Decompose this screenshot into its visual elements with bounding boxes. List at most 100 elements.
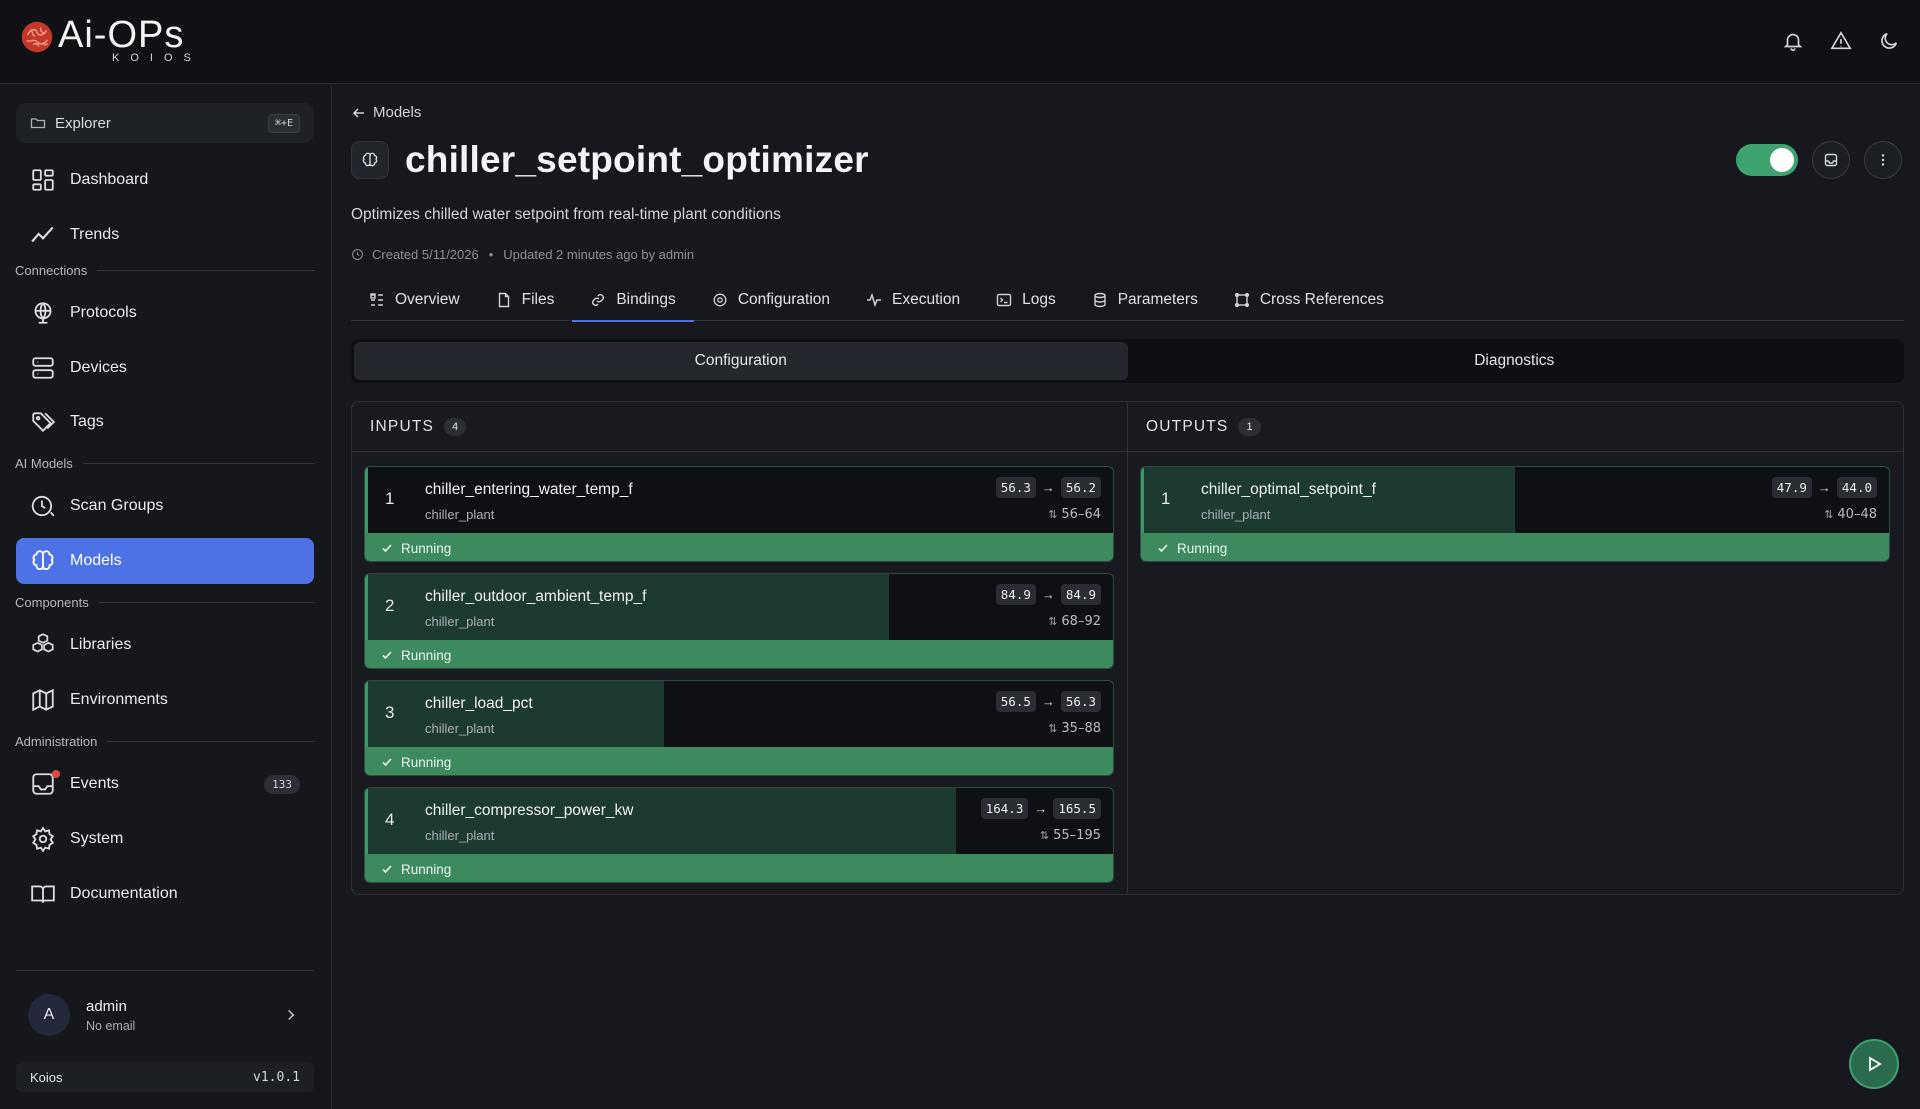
dashboard-icon: [32, 169, 54, 191]
tab-overview[interactable]: Overview: [351, 279, 478, 321]
binding-source: chiller_plant: [425, 614, 495, 629]
binding-card[interactable]: 3 chiller_load_pct chiller_plant 56.5 → …: [364, 680, 1114, 776]
sidebar-item-label: Trends: [70, 226, 120, 243]
tab-files[interactable]: Files: [478, 279, 573, 321]
alert-triangle-icon[interactable]: [1830, 30, 1852, 52]
view-segmented-control: Configuration Diagnostics: [351, 339, 1904, 383]
trends-icon: [31, 226, 54, 243]
user-menu[interactable]: A admin No email: [16, 985, 314, 1045]
inputs-header: INPUTS 4: [352, 402, 1127, 452]
tab-logs[interactable]: Logs: [978, 279, 1074, 321]
status-bar: Running: [365, 533, 1113, 561]
run-model-button[interactable]: [1849, 1039, 1899, 1089]
save-button[interactable]: [1812, 141, 1850, 179]
inputs-column: INPUTS 4 1 chiller_entering_water_temp_f…: [352, 402, 1127, 894]
binding-card[interactable]: 1 chiller_entering_water_temp_f chiller_…: [364, 466, 1114, 562]
binding-card[interactable]: 4 chiller_compressor_power_kw chiller_pl…: [364, 787, 1114, 883]
bindings-panel: INPUTS 4 1 chiller_entering_water_temp_f…: [351, 401, 1904, 895]
sidebar-item-label: Protocols: [70, 304, 137, 321]
sidebar-item-label: Documentation: [70, 885, 178, 902]
sidebar-item-dashboard[interactable]: Dashboard: [16, 157, 314, 203]
brain-icon: [32, 550, 54, 571]
binding-level-fill: [1141, 467, 1515, 533]
binding-source: chiller_plant: [425, 721, 495, 736]
status-bar: Running: [365, 640, 1113, 668]
range-icon: ⇅: [1048, 508, 1058, 521]
tab-bindings[interactable]: Bindings: [572, 279, 695, 322]
product-name: Koios: [30, 1069, 63, 1085]
app-logo[interactable]: Ai-OPs KOIOS: [18, 16, 202, 64]
sidebar-item-libraries[interactable]: Libraries: [16, 622, 314, 668]
binding-values: 47.9 → 44.0: [1771, 477, 1877, 498]
binding-accent: [365, 574, 368, 640]
breadcrumb-models-link[interactable]: Models: [373, 104, 421, 121]
previous-value: 56.5: [995, 691, 1036, 712]
moon-icon[interactable]: [1878, 30, 1900, 52]
user-email: No email: [86, 1018, 136, 1033]
section-components: Components: [15, 595, 315, 610]
binding-level-fill: [365, 788, 956, 854]
sidebar-item-label: Models: [70, 552, 122, 569]
sidebar-item-devices[interactable]: Devices: [16, 345, 314, 391]
segment-diagnostics[interactable]: Diagnostics: [1128, 342, 1902, 380]
model-meta: Created 5/11/2026 • Updated 2 minutes ag…: [351, 247, 694, 262]
explorer-button[interactable]: Explorer ⌘+E: [16, 103, 314, 143]
sidebar-item-environments[interactable]: Environments: [16, 677, 314, 723]
binding-card[interactable]: 2 chiller_outdoor_ambient_temp_f chiller…: [364, 573, 1114, 669]
current-value: 56.3: [1060, 691, 1101, 712]
binding-tag-name: chiller_entering_water_temp_f: [425, 481, 633, 498]
meta-separator: •: [488, 247, 494, 262]
outputs-title: OUTPUTS: [1146, 417, 1229, 435]
explorer-shortcut: ⌘+E: [267, 113, 300, 133]
created-date: Created 5/11/2026: [372, 247, 479, 262]
sidebar-item-label: Devices: [70, 359, 127, 376]
sidebar-item-documentation[interactable]: Documentation: [16, 871, 314, 917]
gear-icon: [713, 293, 727, 307]
status-text: Running: [1177, 540, 1228, 556]
more-options-button[interactable]: [1864, 141, 1902, 179]
binding-index: 2: [385, 596, 395, 615]
sidebar-item-scan-groups[interactable]: Scan Groups: [16, 483, 314, 529]
tab-cross-references[interactable]: Cross References: [1216, 279, 1402, 321]
check-icon: [382, 544, 392, 553]
chevron-right-icon: [288, 1009, 295, 1021]
arrow-left-icon: [352, 107, 364, 118]
database-icon: [1094, 292, 1106, 308]
range-icon: ⇅: [1039, 829, 1050, 842]
sidebar-item-label: Environments: [70, 691, 168, 708]
binding-index: 4: [385, 810, 395, 829]
binding-card[interactable]: 1 chiller_optimal_setpoint_f chiller_pla…: [1140, 466, 1890, 562]
main-content: Models chiller_setpoint_optimizer Optimi…: [333, 85, 1920, 1109]
version-bar: Koios v1.0.1: [16, 1062, 314, 1092]
tab-parameters[interactable]: Parameters: [1074, 279, 1216, 321]
previous-value: 84.9: [995, 584, 1036, 605]
model-enabled-toggle[interactable]: [1736, 144, 1798, 176]
status-text: Running: [401, 861, 452, 877]
tab-execution[interactable]: Execution: [848, 279, 978, 321]
sidebar-item-trends[interactable]: Trends: [16, 212, 314, 258]
binding-values: 56.5 → 56.3: [995, 691, 1101, 712]
tags-icon: [32, 412, 56, 432]
check-icon: [382, 758, 392, 767]
segment-configuration[interactable]: Configuration: [354, 342, 1128, 380]
binding-values: 84.9 → 84.9: [995, 584, 1101, 605]
sidebar-item-label: Dashboard: [70, 171, 149, 188]
status-bar: Running: [1141, 533, 1889, 561]
server-icon: [32, 357, 54, 379]
sidebar-item-models[interactable]: Models: [16, 538, 314, 584]
breadcrumb[interactable]: Models: [351, 104, 421, 121]
tab-configuration[interactable]: Configuration: [694, 279, 848, 321]
bell-icon[interactable]: [1782, 30, 1804, 52]
sidebar-item-protocols[interactable]: Protocols: [16, 290, 314, 336]
sidebar-item-events[interactable]: Events 133: [16, 761, 314, 807]
binding-source: chiller_plant: [1201, 507, 1271, 522]
sidebar-item-label: Scan Groups: [70, 497, 164, 514]
sidebar-item-tags[interactable]: Tags: [16, 399, 314, 445]
binding-range-value: 68–92: [1061, 614, 1101, 629]
sidebar-item-system[interactable]: System: [16, 816, 314, 862]
sidebar-item-label: System: [70, 830, 124, 847]
user-name: admin: [86, 997, 127, 1015]
brain-icon: [362, 152, 378, 167]
current-value: 84.9: [1060, 584, 1101, 605]
avatar: A: [28, 994, 70, 1036]
